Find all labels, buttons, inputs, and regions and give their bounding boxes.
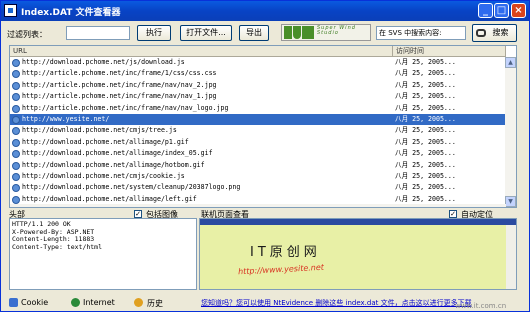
app-window: Index.DAT 文件查看器 _ □ × 过滤列表： 执行 打开文件... 导… [0, 0, 530, 312]
preview-banner-title: IT原创网 [250, 245, 321, 260]
list-row[interactable]: http://download.pchome.net/cmjs/tree.js 八… [10, 125, 506, 136]
filter-label: 过滤列表： [7, 30, 47, 39]
row-time: 八月 25, 2005... [395, 80, 456, 89]
row-time: 八月 25, 2005... [395, 137, 456, 146]
row-time: 八月 25, 2005... [395, 183, 456, 192]
list-row[interactable]: http://www.yesite.net/八月 25, 2005... [10, 114, 506, 126]
status-bar: Cookie Internet 历史 您知道吗？您可以使用 NtEvidence… [1, 294, 529, 311]
list-row[interactable]: http://download.pchome.net/allimage/hotb… [10, 160, 506, 171]
sws-logo[interactable]: Super Wind Studio [281, 24, 371, 41]
list-vertical-scrollbar[interactable]: ▲ ▼ [505, 57, 516, 207]
title-bar[interactable]: Index.DAT 文件查看器 _ □ × [1, 1, 529, 21]
web-preview[interactable]: IT原创网 http://www.yesite.net [199, 218, 517, 290]
cookie-icon[interactable] [9, 298, 18, 307]
filter-input[interactable] [66, 26, 130, 40]
ie-page-icon [12, 70, 20, 79]
internet-tab[interactable]: Internet [83, 298, 115, 307]
ie-page-icon [12, 161, 20, 170]
list-row[interactable]: http://download.pchome.net/cmjs/cookie.j… [10, 171, 506, 182]
open-file-button[interactable]: 打开文件... [180, 25, 232, 41]
row-url: http://article.pchome.net/inc/frame/1/cs… [22, 69, 217, 78]
row-url: http://article.pchome.net/inc/frame/nav/… [22, 80, 217, 89]
ie-page-icon [12, 116, 20, 124]
ie-page-icon [12, 59, 20, 67]
header-line: Content-Type: text/html [12, 242, 103, 251]
window-title: Index.DAT 文件查看器 [21, 8, 121, 18]
preview-banner [200, 225, 516, 289]
ie-page-icon [12, 138, 20, 147]
cookie-tab[interactable]: Cookie [21, 298, 48, 307]
logo-mark [284, 26, 292, 39]
list-row[interactable]: http://article.pchome.net/inc/frame/nav/… [10, 91, 506, 102]
scroll-down-arrow[interactable]: ▼ [505, 196, 516, 207]
export-button[interactable]: 导出 [239, 25, 269, 41]
list-horizontal-scrollbar[interactable] [10, 204, 506, 207]
ie-page-icon [12, 81, 20, 90]
row-url: http://download.pchome.net/js/download.j… [22, 58, 185, 66]
list-row[interactable]: http://article.pchome.net/inc/frame/1/cs… [10, 68, 506, 79]
ie-page-icon [12, 104, 20, 113]
execute-button[interactable]: 执行 [137, 25, 171, 41]
history-tab[interactable]: 历史 [147, 298, 163, 309]
close-button[interactable]: × [511, 3, 526, 18]
ntevidence-link[interactable]: 您知道吗？您可以使用 NtEvidence 删除这些 index.dat 文件，… [201, 298, 472, 308]
history-icon[interactable] [134, 298, 143, 307]
row-url: http://download.pchome.net/cmjs/cookie.j… [22, 172, 185, 180]
list-row[interactable]: http://article.pchome.net/inc/frame/nav/… [10, 103, 506, 114]
row-url: http://www.yesite.net/ [22, 115, 110, 123]
row-time: 八月 25, 2005... [395, 172, 456, 180]
search-button-label: 搜索 [492, 28, 509, 37]
logo-mark-s [302, 26, 314, 39]
ie-page-icon [12, 150, 20, 159]
row-time: 八月 25, 2005... [395, 103, 456, 112]
row-time: 八月 25, 2005... [395, 69, 456, 78]
row-url: http://article.pchome.net/inc/frame/nav/… [22, 92, 217, 101]
row-time: 八月 25, 2005... [395, 92, 456, 101]
column-header-url[interactable]: URL [10, 46, 393, 57]
row-url: http://download.pchome.net/allimage/p1.g… [22, 137, 189, 146]
include-images-checkbox[interactable]: ✓ [134, 210, 142, 218]
minimize-button[interactable]: _ [478, 3, 493, 18]
ie-page-icon [12, 207, 20, 208]
row-url: http://download.pchome.net/allimage/hotb… [22, 160, 205, 169]
app-icon [4, 4, 17, 17]
row-url: http://download.pchome.net/cmjs/tree.js [22, 126, 177, 135]
search-button[interactable]: 搜索 [472, 24, 517, 42]
search-input[interactable]: 在 SVS 中搜索内容: [376, 26, 466, 40]
logo-text: Super Wind Studio [317, 25, 356, 36]
url-list[interactable]: URL 访问时间 http://download.pchome.net/js/d… [9, 45, 517, 208]
row-time: 八月 25, 2005... [395, 58, 456, 66]
ie-page-icon [12, 184, 20, 193]
row-time: 八月 25, 2005... [395, 115, 456, 123]
logo-mark-u [293, 26, 301, 39]
scroll-up-arrow[interactable]: ▲ [505, 57, 516, 68]
ie-page-icon [12, 173, 20, 181]
row-time: 八月 25, 2005... [395, 149, 456, 158]
row-url: http://download.pchome.net/allimage/inde… [22, 149, 213, 158]
preview-scrollbar[interactable] [506, 225, 516, 289]
maximize-button[interactable]: □ [494, 3, 509, 18]
list-row[interactable]: http://download.pchome.net/allimage/p1.g… [10, 137, 506, 148]
binoculars-icon [476, 29, 486, 37]
column-header-time[interactable]: 访问时间 [393, 46, 506, 57]
watermark: www.it.com.cn [455, 302, 507, 310]
list-row[interactable]: http://download.pchome.net/allimage/inde… [10, 148, 506, 159]
row-url: http://download.pchome.net/system/cleanu… [22, 183, 241, 192]
response-header-text[interactable]: HTTP/1.1 200 OK X-Powered-By: ASP.NET Co… [9, 218, 197, 290]
auto-locate-checkbox[interactable]: ✓ [449, 210, 457, 218]
row-time: 八月 25, 2005... [395, 126, 456, 135]
ie-page-icon [12, 93, 20, 102]
ie-page-icon [12, 195, 20, 204]
row-time: 八月 25, 2005... [395, 160, 456, 169]
ie-page-icon [12, 127, 20, 136]
row-url: http://article.pchome.net/inc/frame/nav/… [22, 103, 229, 112]
list-row[interactable]: http://download.pchome.net/js/download.j… [10, 57, 506, 68]
internet-icon[interactable] [71, 298, 80, 307]
list-row[interactable]: http://article.pchome.net/inc/frame/nav/… [10, 80, 506, 91]
list-row[interactable]: http://download.pchome.net/system/cleanu… [10, 182, 506, 193]
